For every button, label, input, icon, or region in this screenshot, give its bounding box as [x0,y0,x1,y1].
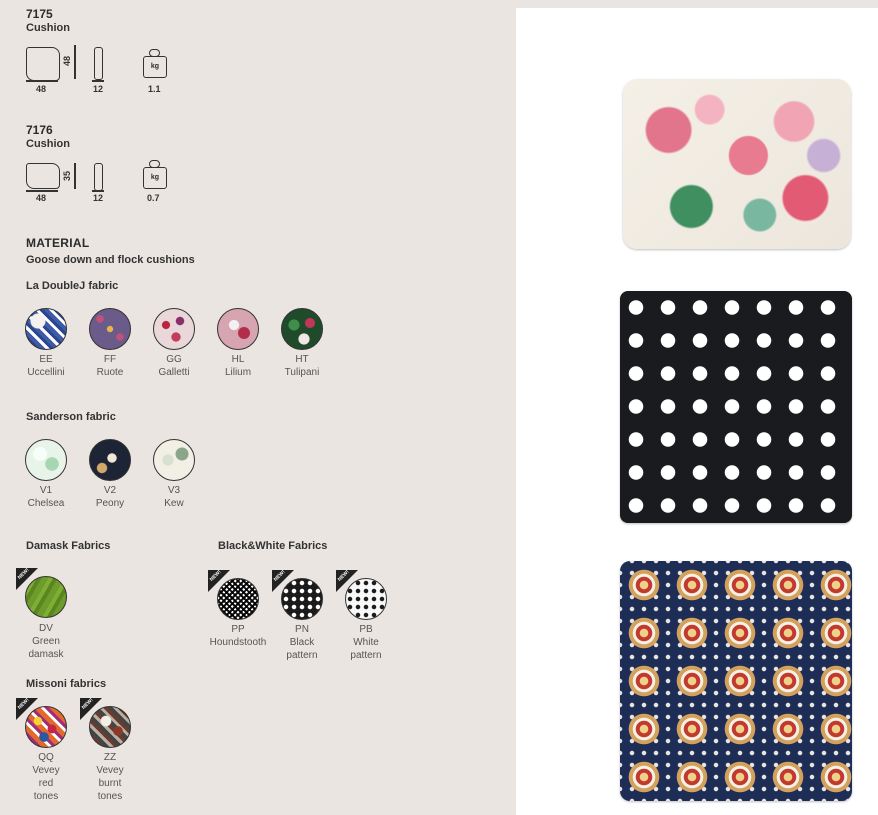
swatch-code-gg: GG [166,354,182,365]
material-description: Goose down and flock cushions [26,254,195,266]
swatch-name-v2: Peony [95,498,125,509]
thickness-dimension-line [92,80,104,82]
weight-7176: 0.7 [147,193,160,203]
cushion-side-icon [94,47,103,80]
product-type-7176: Cushion [26,138,70,150]
swatch-code-pn: PN [295,624,309,635]
new-badge: NEW! [16,567,38,590]
thickness-7175: 12 [93,84,104,94]
cushion-side-icon [94,163,103,191]
swatch-name-pn-line1: Black [289,637,315,648]
weight-icon: kg [143,49,167,78]
floral-cushion-image [623,79,851,249]
section-title-ladoublej: La DoubleJ fabric [26,280,119,292]
swatch-name-pn-line2: pattern [286,650,318,661]
cushion-front-icon [26,163,60,189]
swatch-name-ht: Tulipani [284,367,320,378]
swatch-name-ff: Ruote [96,367,124,378]
product-images-panel [516,8,878,815]
material-heading: MATERIAL [26,236,90,250]
product-code-7175: 7175 [26,7,53,21]
swatch-name-qq-line3: tones [33,791,59,802]
thickness-7176: 12 [93,193,104,203]
mandala-cushion-image [620,561,852,801]
swatch-code-pb: PB [359,624,373,635]
section-title-missoni: Missoni fabrics [26,678,107,690]
section-title-bw: Black&White Fabrics [218,540,328,552]
swatch-name-qq-line2: red [38,778,54,789]
left-panel: 7175 Cushion 48 48 12 kg 1.1 7176 Cushio… [0,0,516,815]
fabric-swatch-v1[interactable] [25,439,67,481]
fabric-swatch-ht[interactable] [281,308,323,350]
width-dimension-line [26,80,58,82]
swatch-name-pb-line2: pattern [350,650,382,661]
height-dimension-line [74,45,76,79]
swatch-name-v3: Kew [164,498,184,509]
new-badge: NEW! [16,697,38,720]
new-badge: NEW! [208,569,230,592]
swatch-code-ff: FF [103,354,117,365]
swatch-code-zz: ZZ [103,752,117,763]
swatch-code-qq: QQ [38,752,54,763]
fabric-swatch-v3[interactable] [153,439,195,481]
fabric-swatch-gg[interactable] [153,308,195,350]
swatch-name-dv-line1: Green [32,636,60,647]
height-7176: 35 [62,170,73,182]
height-dimension-line [74,163,76,189]
thickness-dimension-line [92,190,104,192]
height-7175: 48 [62,55,73,67]
weight-icon: kg [143,160,167,189]
weight-7175: 1.1 [148,84,161,94]
swatch-name-qq-line1: Vevey [32,765,60,776]
new-badge: NEW! [80,697,102,720]
swatch-name-zz-line2: burnt [98,778,122,789]
fabric-swatch-ee[interactable] [25,308,67,350]
section-title-damask: Damask Fabrics [26,540,111,552]
cushion-front-icon [26,47,60,81]
swatch-code-pp: PP [231,624,245,635]
swatch-code-v3: V3 [167,485,181,496]
swatch-name-pp: Houndstooth [209,637,267,648]
new-badge: NEW! [272,569,294,592]
swatch-code-ht: HT [295,354,309,365]
fabric-swatch-hl[interactable] [217,308,259,350]
product-code-7176: 7176 [26,123,53,137]
swatch-name-dv-line2: damask [28,649,64,660]
product-type-7175: Cushion [26,22,70,34]
swatch-name-pb-line1: White [353,637,379,648]
section-title-sanderson: Sanderson fabric [26,411,116,423]
swatch-code-v1: V1 [39,485,53,496]
swatch-code-hl: HL [231,354,245,365]
swatch-code-dv: DV [39,623,53,634]
width-dimension-line [26,190,58,192]
width-7175: 48 [36,84,47,94]
swatch-name-hl: Lilium [224,367,252,378]
swatch-name-zz-line3: tones [97,791,123,802]
swatch-name-ee: Uccellini [27,367,65,378]
swatch-code-v2: V2 [103,485,117,496]
swatch-name-gg: Galletti [158,367,190,378]
fabric-swatch-v2[interactable] [89,439,131,481]
new-badge: NEW! [336,569,358,592]
polka-dot-cushion-image [620,291,852,523]
swatch-code-ee: EE [39,354,53,365]
swatch-name-v1: Chelsea [27,498,65,509]
fabric-swatch-ff[interactable] [89,308,131,350]
width-7176: 48 [36,193,47,203]
swatch-name-zz-line1: Vevey [96,765,124,776]
